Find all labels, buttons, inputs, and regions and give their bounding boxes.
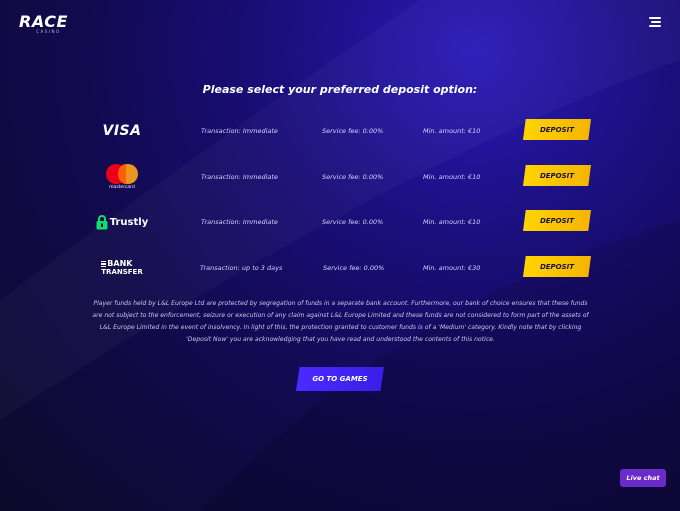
deposit-method-row-mastercard: mastercard Transaction: Immediate Servic…: [90, 155, 600, 199]
visa-logo-text: VISA: [102, 123, 142, 139]
trustly-lock-icon: [96, 214, 108, 229]
race-casino-logo[interactable]: RACE CASINO: [19, 12, 68, 35]
logo-text: RACE: [19, 12, 68, 31]
deposit-method-row-bank-transfer: BANK TRANSFER Transaction: up to 3 days …: [90, 246, 600, 290]
trustly-logo-text: Trustly: [109, 216, 149, 228]
mastercard-circles-icon: [106, 164, 138, 184]
go-to-games-button[interactable]: GO TO GAMES: [296, 367, 384, 391]
transaction-time: Transaction: up to 3 days: [200, 264, 283, 272]
service-fee: Service fee: 0.00%: [322, 127, 384, 135]
menu-icon[interactable]: [649, 16, 663, 28]
service-fee: Service fee: 0.00%: [322, 218, 384, 226]
trustly-logo: Trustly: [90, 200, 154, 244]
min-amount: Min. amount: €30: [423, 264, 481, 272]
transaction-time: Transaction: Immediate: [201, 127, 278, 135]
mastercard-logo-text: mastercard: [109, 185, 135, 190]
bank-logo-text: BANK: [107, 259, 133, 268]
transaction-time: Transaction: Immediate: [201, 218, 278, 226]
deposit-button-bank-transfer[interactable]: DEPOSIT: [523, 256, 591, 277]
deposit-button-visa[interactable]: DEPOSIT: [523, 119, 591, 140]
funds-protection-notice: Player funds held by L&L Europe Ltd are …: [92, 300, 589, 343]
bank-lines-icon: [101, 261, 107, 267]
mastercard-logo: mastercard: [90, 155, 154, 199]
transaction-time: Transaction: Immediate: [201, 173, 278, 181]
deposit-method-row-visa: VISA Transaction: Immediate Service fee:…: [90, 109, 600, 153]
service-fee: Service fee: 0.00%: [323, 264, 385, 272]
min-amount: Min. amount: €10: [423, 173, 481, 181]
deposit-method-row-trustly: Trustly Transaction: Immediate Service f…: [90, 200, 600, 244]
bank-logo-subtext: TRANSFER: [101, 268, 143, 276]
visa-logo: VISA: [90, 109, 154, 153]
deposit-button-mastercard[interactable]: DEPOSIT: [523, 165, 591, 186]
min-amount: Min. amount: €10: [423, 127, 481, 135]
service-fee: Service fee: 0.00%: [322, 173, 384, 181]
bank-transfer-logo: BANK TRANSFER: [90, 246, 154, 290]
min-amount: Min. amount: €10: [423, 218, 481, 226]
page-heading: Please select your preferred deposit opt…: [202, 83, 478, 96]
live-chat-button[interactable]: Live chat: [620, 469, 666, 487]
deposit-button-trustly[interactable]: DEPOSIT: [523, 210, 591, 231]
